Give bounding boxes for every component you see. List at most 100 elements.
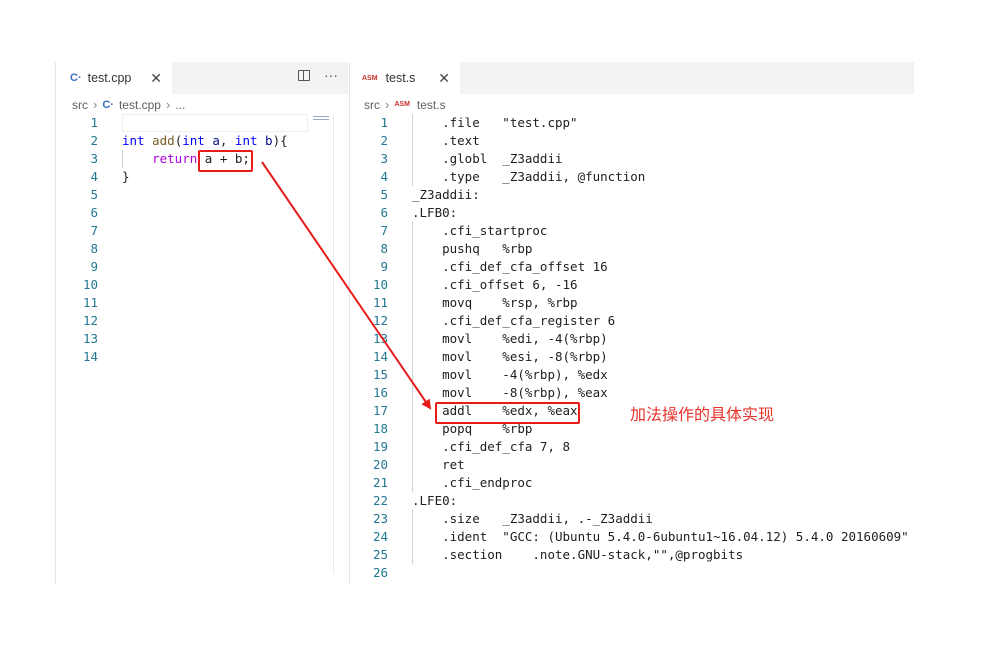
code-text: movq %rsp, %rbp xyxy=(412,295,578,310)
code-line: 7 xyxy=(56,222,348,240)
line-number: 12 xyxy=(82,313,98,328)
tab-label: test.cpp xyxy=(87,71,132,85)
line-number: 5 xyxy=(380,187,388,202)
line-number: 6 xyxy=(380,205,388,220)
code-text: .cfi_def_cfa_register 6 xyxy=(412,313,616,328)
code-line: 25 .section .note.GNU-stack,"",@progbits xyxy=(350,546,914,564)
indent-guide xyxy=(412,366,413,384)
current-line-highlight xyxy=(122,114,308,132)
code-text: ret xyxy=(412,457,465,472)
indent-guide xyxy=(412,474,413,492)
indent-guide xyxy=(412,348,413,366)
left-tab-bar: C· test.cpp ✕ ··· xyxy=(56,62,348,94)
code-line: 20 ret xyxy=(350,456,914,474)
code-line: 8 pushq %rbp xyxy=(350,240,914,258)
editor-actions: ··· xyxy=(298,68,338,82)
breadcrumb-symbol[interactable]: ... xyxy=(175,98,185,112)
right-tab-bar: ASM test.s ✕ xyxy=(350,62,914,94)
close-icon[interactable]: ✕ xyxy=(438,70,450,87)
code-line: 19 .cfi_def_cfa 7, 8 xyxy=(350,438,914,456)
line-number: 26 xyxy=(372,565,388,580)
code-text: .file "test.cpp" xyxy=(412,115,578,130)
code-line: 9 .cfi_def_cfa_offset 16 xyxy=(350,258,914,276)
breadcrumb-file[interactable]: test.s xyxy=(417,98,446,112)
code-text: .text xyxy=(412,133,480,148)
tab-test-cpp[interactable]: C· test.cpp ✕ xyxy=(56,62,172,94)
code-line: 12 xyxy=(56,312,348,330)
code-line: 23 .size _Z3addii, .-_Z3addii xyxy=(350,510,914,528)
breadcrumb-folder[interactable]: src xyxy=(364,98,380,112)
indent-guide xyxy=(412,114,413,132)
close-icon[interactable]: ✕ xyxy=(150,70,162,87)
code-line: 21 .cfi_endproc xyxy=(350,474,914,492)
annotation-label: 加法操作的具体实现 xyxy=(630,405,775,424)
code-line: 7 .cfi_startproc xyxy=(350,222,914,240)
code-line: 14 xyxy=(56,348,348,366)
code-text: int add(int a, int b){ xyxy=(122,133,288,148)
source-expression-highlight xyxy=(198,150,253,172)
line-number: 1 xyxy=(380,115,388,130)
indent-guide xyxy=(412,168,413,186)
code-line: 11 movq %rsp, %rbp xyxy=(350,294,914,312)
code-line: 10 .cfi_offset 6, -16 xyxy=(350,276,914,294)
code-line: 6 xyxy=(56,204,348,222)
split-editor-icon[interactable] xyxy=(298,70,310,81)
right-editor-pane: ASM test.s ✕ src › ASM test.s 1 .file "t… xyxy=(349,62,914,583)
indent-guide xyxy=(412,510,413,528)
breadcrumb-file[interactable]: test.cpp xyxy=(119,98,161,112)
code-text: } xyxy=(122,169,130,184)
indent-guide xyxy=(412,546,413,564)
tab-test-s[interactable]: ASM test.s ✕ xyxy=(350,62,460,94)
line-number: 14 xyxy=(372,349,388,364)
code-line: 13 movl %edi, -4(%rbp) xyxy=(350,330,914,348)
line-number: 15 xyxy=(372,367,388,382)
code-line: 13 xyxy=(56,330,348,348)
code-line: 12 .cfi_def_cfa_register 6 xyxy=(350,312,914,330)
code-line: 5 _Z3addii: xyxy=(350,186,914,204)
code-text: .cfi_def_cfa 7, 8 xyxy=(412,439,571,454)
indent-guide xyxy=(412,294,413,312)
line-number: 18 xyxy=(372,421,388,436)
indent-guide xyxy=(412,438,413,456)
line-number: 8 xyxy=(380,241,388,256)
indent-guide xyxy=(122,150,123,168)
code-text: pushq %rbp xyxy=(412,241,533,256)
asm-file-icon: ASM xyxy=(394,101,410,108)
line-number: 8 xyxy=(90,241,98,256)
line-number: 11 xyxy=(82,295,98,310)
line-number: 17 xyxy=(372,403,388,418)
cpp-file-icon: C· xyxy=(70,72,82,84)
line-number: 4 xyxy=(90,169,98,184)
asm-file-icon: ASM xyxy=(362,74,378,82)
indent-guide xyxy=(412,330,413,348)
tab-label: test.s xyxy=(385,71,416,85)
code-line: 9 xyxy=(56,258,348,276)
breadcrumb-folder[interactable]: src xyxy=(72,98,88,112)
line-number: 21 xyxy=(372,475,388,490)
code-text: movl %esi, -8(%rbp) xyxy=(412,349,608,364)
line-number: 2 xyxy=(90,133,98,148)
indent-guide xyxy=(412,384,413,402)
breadcrumb: src › C· test.cpp › ... xyxy=(72,97,185,112)
more-actions-icon[interactable]: ··· xyxy=(324,68,338,82)
indent-guide xyxy=(412,402,413,420)
addl-instruction-highlight xyxy=(435,402,580,424)
breadcrumb: src › ASM test.s xyxy=(364,97,446,112)
code-text: .globl _Z3addii xyxy=(412,151,563,166)
code-line: 14 movl %esi, -8(%rbp) xyxy=(350,348,914,366)
code-text: .type _Z3addii, @function xyxy=(412,169,646,184)
chevron-right-icon: › xyxy=(165,97,171,112)
cpp-file-icon: C· xyxy=(102,98,114,111)
code-text: .cfi_startproc xyxy=(412,223,548,238)
line-number: 2 xyxy=(380,133,388,148)
line-number: 13 xyxy=(372,331,388,346)
chevron-right-icon: › xyxy=(385,97,390,112)
line-number: 23 xyxy=(372,511,388,526)
indent-guide xyxy=(412,456,413,474)
line-number: 3 xyxy=(380,151,388,166)
code-line: 2 .text xyxy=(350,132,914,150)
line-number: 24 xyxy=(372,529,388,544)
line-number: 3 xyxy=(90,151,98,166)
line-number: 4 xyxy=(380,169,388,184)
line-number: 25 xyxy=(372,547,388,562)
